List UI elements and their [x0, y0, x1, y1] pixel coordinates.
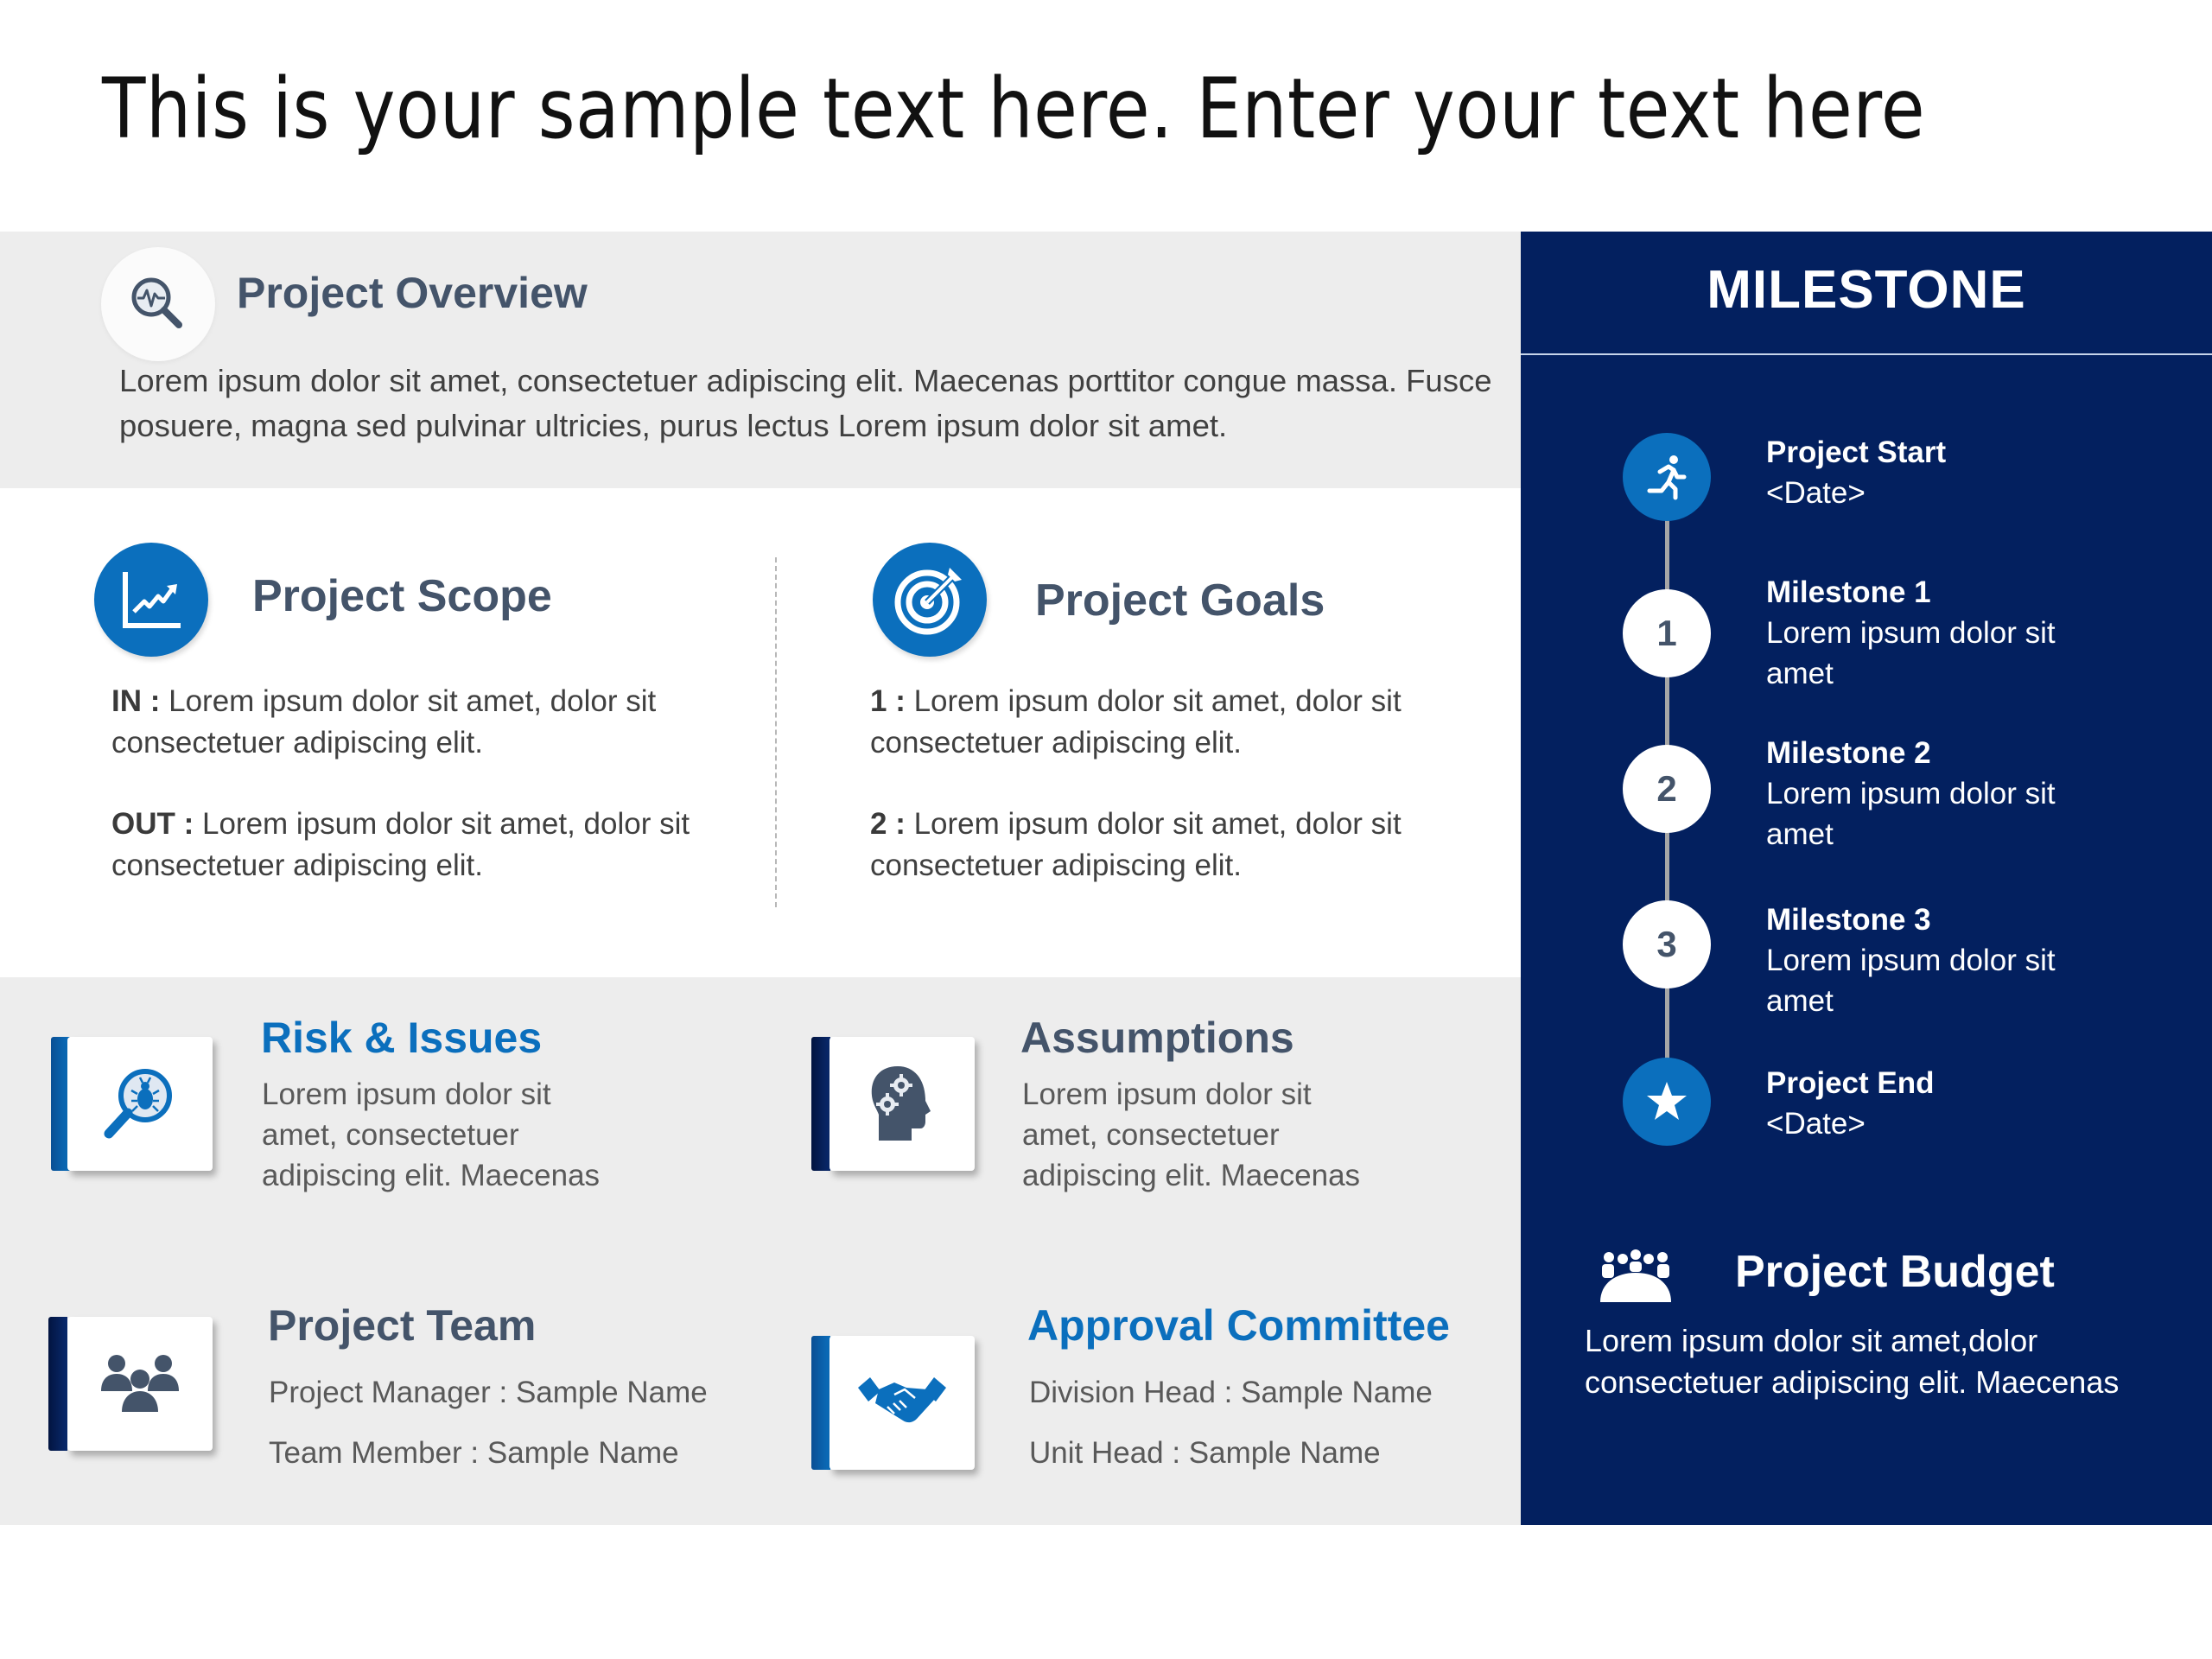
milestone-node-end: [1623, 1058, 1711, 1146]
slide-title: This is your sample text here. Enter you…: [102, 60, 1926, 157]
milestone-item-3: Milestone 3 Lorem ipsum dolor sit amet: [1766, 899, 2129, 1021]
overview-title: Project Overview: [237, 269, 588, 317]
growth-chart-icon: [123, 572, 181, 628]
milestone-end-title: Project End: [1766, 1066, 1935, 1100]
overview-icon-badge: [101, 247, 215, 361]
scope-title: Project Scope: [252, 571, 552, 621]
budget-text: Lorem ipsum dolor sit amet,dolor consect…: [1585, 1323, 2120, 1400]
team-card: [67, 1317, 213, 1451]
milestone-header: MILESTONE: [1707, 260, 2026, 320]
magnifier-pulse-icon: [131, 277, 182, 328]
goal-2-label: 2 :: [870, 807, 906, 841]
approval-card: [830, 1336, 975, 1470]
people-group-icon: [101, 1354, 179, 1412]
assumptions-title: Assumptions: [1020, 1014, 1294, 1062]
milestone-3-text: Lorem ipsum dolor sit amet: [1766, 944, 2056, 1018]
budget-title: Project Budget: [1735, 1247, 2055, 1297]
goals-icon-badge: [873, 543, 987, 657]
goal-item-1: 1 : Lorem ipsum dolor sit amet, dolor si…: [870, 681, 1475, 764]
assumptions-text: Lorem ipsum dolor sit amet, consectetuer…: [1022, 1077, 1361, 1192]
budget-icon-wrap: [1597, 1249, 1675, 1308]
target-icon: [894, 568, 962, 635]
milestone-node-3: 3: [1623, 900, 1711, 988]
milestone-1-text: Lorem ipsum dolor sit amet: [1766, 616, 2056, 690]
risk-text: Lorem ipsum dolor sit amet, consectetuer…: [262, 1077, 601, 1192]
milestone-start-title: Project Start: [1766, 435, 1947, 469]
scope-out-label: OUT :: [111, 807, 194, 841]
milestone-node-2: 2: [1623, 745, 1711, 833]
goal-2-text: Lorem ipsum dolor sit amet, dolor sit co…: [870, 807, 1402, 882]
milestone-item-start: Project Start <Date>: [1766, 432, 2129, 513]
head-gears-icon: [871, 1065, 931, 1141]
milestone-3-title: Milestone 3: [1766, 903, 1931, 937]
milestone-node-1: 1: [1623, 589, 1711, 677]
approval-card-accent: [811, 1336, 830, 1470]
bug-search-icon: [104, 1068, 172, 1138]
milestone-node-start: [1623, 433, 1711, 521]
milestone-2-text: Lorem ipsum dolor sit amet: [1766, 777, 2056, 851]
milestone-item-end: Project End <Date>: [1766, 1063, 2129, 1144]
scope-out-text: Lorem ipsum dolor sit amet, dolor sit co…: [111, 807, 690, 882]
risk-card: [67, 1037, 213, 1171]
scope-in-text: Lorem ipsum dolor sit amet, dolor sit co…: [111, 684, 657, 760]
goal-1-text: Lorem ipsum dolor sit amet, dolor sit co…: [870, 684, 1402, 760]
approval-title: Approval Committee: [1027, 1301, 1450, 1350]
running-person-icon: [1647, 455, 1687, 500]
goal-item-2: 2 : Lorem ipsum dolor sit amet, dolor si…: [870, 804, 1475, 887]
team-card-accent: [48, 1317, 67, 1451]
team-title: Project Team: [268, 1301, 537, 1350]
scope-icon-badge: [94, 543, 208, 657]
milestone-1-title: Milestone 1: [1766, 575, 1931, 609]
scope-in-item: IN : Lorem ipsum dolor sit amet, dolor s…: [111, 681, 716, 764]
milestone-start-date: <Date>: [1766, 476, 1866, 510]
milestone-header-divider: [1521, 353, 2212, 355]
team-member-line: Team Member : Sample Name: [269, 1436, 679, 1470]
goal-1-label: 1 :: [870, 684, 906, 718]
meeting-group-icon: [1600, 1249, 1671, 1302]
goals-title: Project Goals: [1035, 575, 1325, 626]
milestone-item-2: Milestone 2 Lorem ipsum dolor sit amet: [1766, 733, 2129, 855]
scope-in-label: IN :: [111, 684, 161, 718]
milestone-item-1: Milestone 1 Lorem ipsum dolor sit amet: [1766, 572, 2129, 694]
approval-unit-line: Unit Head : Sample Name: [1029, 1436, 1381, 1470]
assumptions-card: [830, 1037, 975, 1171]
handshake-icon: [858, 1376, 946, 1422]
overview-text: Lorem ipsum dolor sit amet, consectetuer…: [119, 363, 1492, 443]
star-icon: [1647, 1082, 1687, 1120]
section-divider: [775, 557, 777, 907]
assumptions-card-accent: [811, 1037, 830, 1171]
risk-title: Risk & Issues: [261, 1014, 543, 1062]
milestone-2-title: Milestone 2: [1766, 736, 1931, 770]
scope-out-item: OUT : Lorem ipsum dolor sit amet, dolor …: [111, 804, 716, 887]
team-manager-line: Project Manager : Sample Name: [269, 1376, 708, 1409]
approval-division-line: Division Head : Sample Name: [1029, 1376, 1433, 1409]
milestone-end-date: <Date>: [1766, 1107, 1866, 1141]
